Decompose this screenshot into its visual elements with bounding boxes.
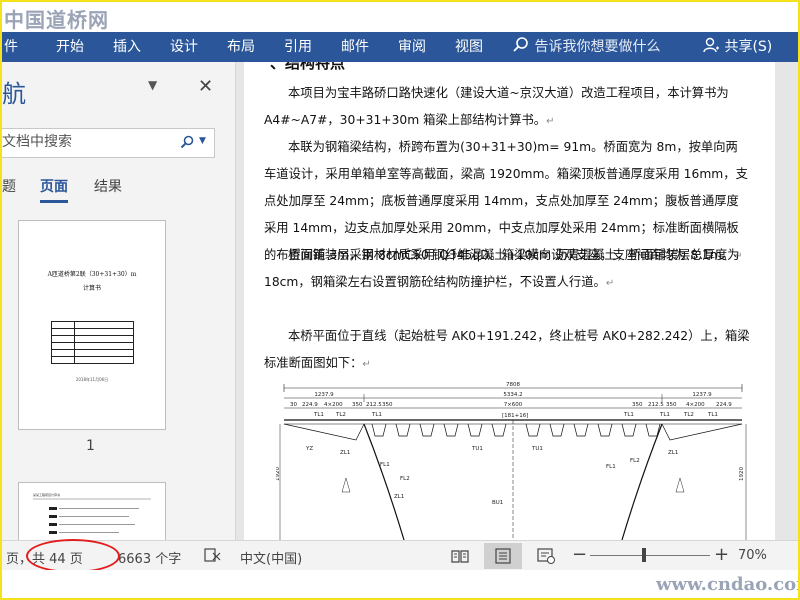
share-label: 共享(S) bbox=[724, 39, 773, 55]
watermark-bottom: www.cndao.com bbox=[2, 570, 798, 598]
nav-search-box: ▼ bbox=[2, 128, 215, 158]
dim-l3: 350 bbox=[352, 402, 363, 408]
tab-references[interactable]: 引用 bbox=[284, 36, 312, 56]
tag-top-4: TL1 bbox=[659, 412, 670, 418]
search-icon[interactable] bbox=[180, 135, 194, 149]
tag-mid-5: FL2 bbox=[630, 458, 640, 464]
document-area: 、结构特点 本项目为宝丰路硚口路快速化（建设大道~京汉大道）改造工程项目，本计算… bbox=[236, 62, 798, 540]
dim-r3: 4×200 bbox=[686, 402, 705, 408]
tag-top-5: TL2 bbox=[683, 412, 694, 418]
read-mode-icon[interactable] bbox=[450, 548, 470, 564]
tab-insert[interactable]: 插入 bbox=[113, 36, 141, 56]
person-icon bbox=[703, 37, 719, 53]
dim-l4: 212.5 bbox=[366, 402, 382, 408]
dim-right-overhang: 1237.9 bbox=[692, 392, 712, 398]
tab-results[interactable]: 结果 bbox=[94, 176, 122, 196]
thumb-page-number: 1 bbox=[86, 438, 95, 454]
share-button[interactable]: 共享(S) bbox=[702, 36, 772, 56]
watermark-text: 中国道桥网 bbox=[4, 8, 109, 32]
thumb-date: 2018年11月06日 bbox=[75, 377, 109, 382]
dim-height-right: 1920 bbox=[739, 467, 745, 481]
dim-r4: 224.9 bbox=[716, 402, 732, 408]
dim-l0: 30 bbox=[290, 402, 297, 408]
dim-l1: 224.9 bbox=[302, 402, 318, 408]
app-frame: 中国道桥网 件 开始 插入 设计 布局 引用 邮件 审阅 视图 告诉我你想要做什… bbox=[0, 0, 800, 600]
watermark-url: www.cndao.com bbox=[656, 574, 800, 595]
zoom-slider-thumb[interactable] bbox=[642, 548, 646, 562]
tag-center: [181+16] bbox=[502, 413, 528, 419]
tag-low-2: ZL1 bbox=[394, 494, 404, 500]
tab-design[interactable]: 设计 bbox=[170, 36, 198, 56]
paragraph-1: 本项目为宝丰路硚口路快速化（建设大道~京汉大道）改造工程项目，本计算书为A4#~… bbox=[264, 86, 729, 127]
thumb2-lines bbox=[33, 498, 151, 534]
tag-top-1: TL2 bbox=[335, 412, 346, 418]
dim-l2: 4×200 bbox=[324, 402, 343, 408]
navigation-pane: 航 ▼ ✕ ▼ 题 页面 结果 A匝道桥第2联（30+31+30）m 计算书 bbox=[2, 62, 236, 540]
tag-top-6: TL1 bbox=[707, 412, 718, 418]
tag-top-3: TL1 bbox=[623, 412, 634, 418]
status-bar: 页，共 44 页 6663 个字 中文(中国) − + 70% bbox=[2, 539, 798, 573]
thumb-title: A匝道桥第2联（30+31+30）m bbox=[47, 271, 137, 278]
tag-mid-0: YZ bbox=[305, 446, 313, 452]
tab-view[interactable]: 视图 bbox=[455, 36, 483, 56]
proofing-icon[interactable] bbox=[204, 548, 222, 564]
dim-left-overhang: 1237.9 bbox=[314, 392, 334, 398]
tell-me-text: 告诉我你想要做什么 bbox=[534, 39, 661, 55]
web-layout-icon[interactable] bbox=[536, 548, 556, 564]
paragraph-4: 本桥平面位于直线（起始桩号 AK0+191.242，终止桩号 AK0+282.2… bbox=[264, 329, 750, 370]
dim-center-spacing: 7×600 bbox=[504, 402, 523, 408]
tag-mid-4: FL1 bbox=[606, 464, 616, 470]
word-count[interactable]: 6663 个字 bbox=[118, 548, 181, 567]
zoom-out-button[interactable]: − bbox=[572, 544, 587, 565]
dim-l5: 350 bbox=[382, 402, 393, 408]
paragraph-3: 桥面铺装层采用 8cmC50 钢纤维混凝土+10cm 沥青混凝土，桥面铺装层总厚… bbox=[264, 248, 740, 289]
nav-title: 航 bbox=[2, 80, 26, 108]
thumb-subtitle: 计算书 bbox=[82, 285, 101, 292]
chevron-down-icon[interactable]: ▼ bbox=[199, 136, 206, 146]
tab-pages[interactable]: 页面 bbox=[40, 176, 68, 203]
tag-mid-3: TU1 bbox=[531, 446, 543, 452]
tag-bottom: BU1 bbox=[492, 500, 503, 506]
tag-mid-1: ZL1 bbox=[340, 450, 350, 456]
page-thumbnail-2[interactable]: 某某工程项目计算书 bbox=[18, 482, 166, 540]
nav-options-icon[interactable]: ▼ bbox=[148, 78, 157, 92]
ribbon: 件 开始 插入 设计 布局 引用 邮件 审阅 视图 告诉我你想要做什么 共享(S… bbox=[2, 32, 798, 62]
watermark-top: 中国道桥网 bbox=[2, 2, 798, 32]
close-icon[interactable]: ✕ bbox=[198, 76, 213, 97]
dim-height-left: 1920 bbox=[276, 467, 281, 481]
document-page[interactable]: 、结构特点 本项目为宝丰路硚口路快速化（建设大道~京汉大道）改造工程项目，本计算… bbox=[244, 62, 775, 540]
dim-center: 5334.2 bbox=[503, 392, 522, 398]
tag-top-2: TL1 bbox=[371, 412, 382, 418]
tag-low-0: FL1 bbox=[380, 462, 390, 468]
tab-file[interactable]: 件 bbox=[4, 36, 18, 56]
thumb-table bbox=[51, 321, 134, 364]
dim-overall: 7808 bbox=[506, 382, 520, 388]
dim-r0: 350 bbox=[632, 402, 643, 408]
lightbulb-search-icon bbox=[513, 37, 528, 52]
tell-me-box[interactable]: 告诉我你想要做什么 bbox=[512, 36, 660, 56]
highlight-ellipse bbox=[26, 539, 120, 573]
nav-search-input[interactable] bbox=[2, 129, 172, 155]
tab-review[interactable]: 审阅 bbox=[398, 36, 426, 56]
tag-top-0: TL1 bbox=[313, 412, 324, 418]
language-indicator[interactable]: 中文(中国) bbox=[240, 548, 302, 567]
dim-r1: 212.5 bbox=[648, 402, 664, 408]
tab-headings[interactable]: 题 bbox=[2, 176, 16, 196]
dim-r2: 350 bbox=[666, 402, 677, 408]
section-heading: 、结构特点 bbox=[270, 62, 346, 72]
tab-home[interactable]: 开始 bbox=[56, 36, 84, 56]
zoom-in-button[interactable]: + bbox=[714, 544, 729, 565]
tab-layout[interactable]: 布局 bbox=[227, 36, 255, 56]
tag-low-1: FL2 bbox=[400, 476, 410, 482]
page-thumbnail-1[interactable]: A匝道桥第2联（30+31+30）m 计算书 2018年11月06日 bbox=[18, 220, 166, 430]
zoom-slider-track[interactable] bbox=[590, 555, 710, 556]
box-girder-section-drawing: 7808 1237.9 5334.2 1237.9 30 224.9 4×200… bbox=[276, 382, 747, 540]
tab-mailings[interactable]: 邮件 bbox=[341, 36, 369, 56]
print-layout-icon[interactable] bbox=[493, 548, 513, 564]
zoom-level[interactable]: 70% bbox=[738, 548, 767, 563]
tag-mid-6: ZL1 bbox=[668, 450, 678, 456]
tag-mid-2: TU1 bbox=[471, 446, 483, 452]
